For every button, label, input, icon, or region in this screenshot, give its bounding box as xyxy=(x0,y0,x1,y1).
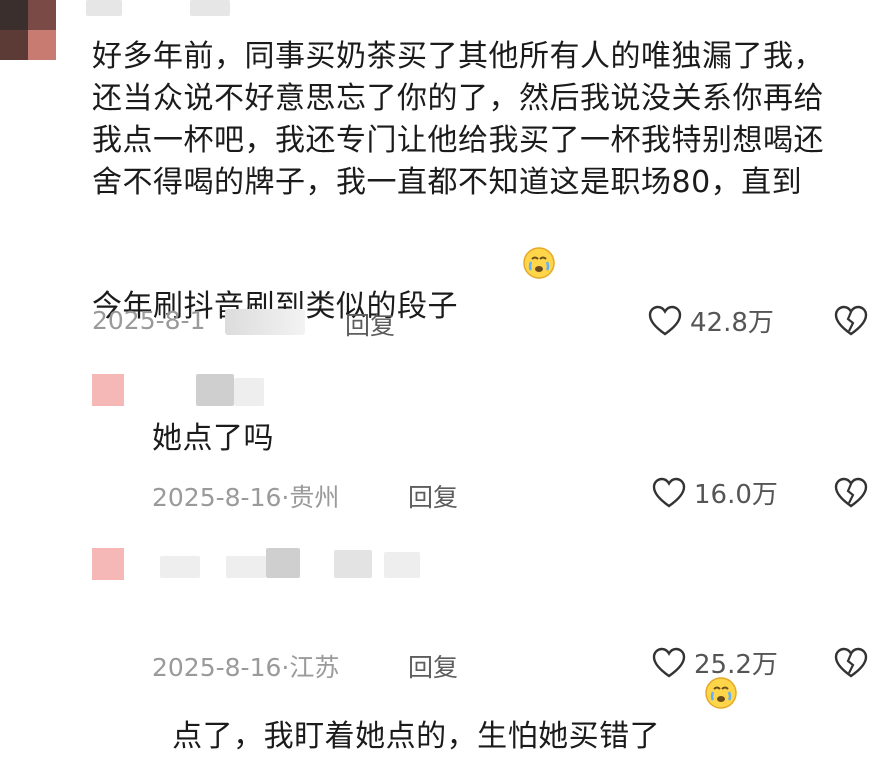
like-count: 16.0万 xyxy=(694,480,778,510)
comment-line: 舍不得喝的牌子，我一直都不知道这是职场80，直到 xyxy=(92,165,803,200)
like-count: 25.2万 xyxy=(694,650,778,680)
crying-face-icon xyxy=(462,204,555,279)
like-count: 42.8万 xyxy=(690,308,774,338)
comment-date: 2025-8-1 xyxy=(92,306,206,335)
avatar[interactable] xyxy=(92,374,124,406)
username-blurred xyxy=(384,552,420,578)
reply-text: 点了，我盯着她点的，生怕她买错了 xyxy=(172,719,661,754)
reply-button[interactable]: 回复 xyxy=(408,478,458,514)
heart-outline-icon xyxy=(652,477,686,509)
like-button[interactable]: 42.8万 xyxy=(648,302,774,339)
username-blurred xyxy=(196,374,234,406)
reply-location: 江苏 xyxy=(289,653,340,682)
avatar[interactable] xyxy=(0,0,56,60)
comment-line: 好多年前，同事买奶茶买了其他所有人的唯独漏了我， xyxy=(92,39,824,74)
reply-button[interactable]: 回复 xyxy=(408,648,458,684)
heart-outline-icon xyxy=(652,647,686,679)
reply-date: 2025-8-16 xyxy=(152,653,282,682)
reply-date-location: 2025-8-16·贵州 xyxy=(152,478,339,514)
username-blurred xyxy=(234,378,264,406)
broken-heart-icon[interactable] xyxy=(834,305,868,337)
reply-date: 2025-8-16 xyxy=(152,483,282,512)
like-button[interactable]: 16.0万 xyxy=(652,474,778,511)
broken-heart-icon[interactable] xyxy=(834,647,868,679)
like-button[interactable]: 25.2万 xyxy=(652,644,778,681)
username-blurred xyxy=(86,0,122,16)
reply-location: 贵州 xyxy=(289,483,340,512)
comment-line: 我点一杯吧，我还专门让他给我买了一杯我特别想喝还 xyxy=(92,123,824,158)
date-blur-mask xyxy=(225,309,305,335)
reply-button[interactable]: 回复 xyxy=(345,306,395,342)
comment-body: 好多年前，同事买奶茶买了其他所有人的唯独漏了我， 还当众说不好意思忘了你的了，然… xyxy=(92,36,824,328)
reply-text: 她点了吗 xyxy=(152,421,274,456)
username-blurred xyxy=(334,550,372,578)
heart-outline-icon xyxy=(648,305,682,337)
reply-date-location: 2025-8-16·江苏 xyxy=(152,648,339,684)
comment-line: 还当众说不好意思忘了你的了，然后我说没关系你再给 xyxy=(92,81,824,116)
avatar[interactable] xyxy=(92,548,124,580)
username-blurred xyxy=(226,556,266,578)
username-blurred xyxy=(160,556,200,578)
username-blurred xyxy=(266,548,300,578)
broken-heart-icon[interactable] xyxy=(834,477,868,509)
username-blurred xyxy=(190,0,230,16)
